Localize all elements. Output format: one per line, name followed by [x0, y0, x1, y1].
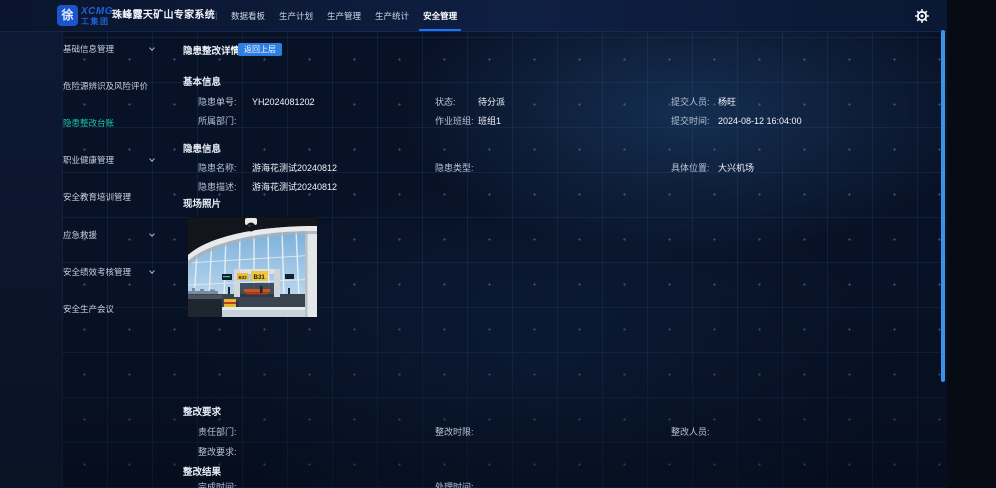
nav-item-4[interactable]: 安全管理	[416, 0, 464, 32]
primary-nav: 数据看板 生产计划 生产管理 生产统计 安全管理	[224, 0, 464, 32]
chevron-down-icon	[149, 156, 155, 162]
field-value: 游海花测试20240812	[252, 163, 337, 173]
sidebar-item-1[interactable]: 危险源辨识及风险评价	[63, 79, 165, 94]
sidebar-item-0[interactable]: 基础信息管理	[63, 42, 165, 57]
detail-field: 处理时间:	[435, 480, 478, 488]
section-header: 隐患信息	[183, 141, 221, 155]
nav-item-2[interactable]: 生产管理	[320, 0, 368, 32]
chevron-down-icon	[149, 231, 155, 237]
field-label: 处理时间:	[435, 480, 478, 488]
section-header: 整改要求	[183, 404, 221, 418]
detail-field: 所属部门:	[198, 114, 252, 127]
field-value: YH2024081202	[252, 97, 315, 107]
sidebar-item-label: 应急救援	[63, 230, 97, 240]
page-body: 基础信息管理危险源辨识及风险评价隐患整改台账职业健康管理安全教育培训管理应急救援…	[0, 32, 947, 488]
field-value: 2024-08-12 16:04:00	[718, 116, 802, 126]
field-label: 完成时间:	[198, 480, 252, 488]
airport-photo-graphic: B32 B31	[188, 217, 317, 317]
field-label: 提交时间:	[671, 114, 718, 127]
sidebar-item-label: 隐患整改台账	[63, 118, 114, 128]
top-navbar: 徐 XCMG 工集团 珠峰露天矿山专家系统 | 数据看板 生产计划 生产管理 生产统计…	[0, 0, 947, 32]
scrollbar-thumb[interactable]	[941, 30, 945, 382]
field-label: 整改要求:	[198, 445, 252, 458]
sidebar-item-2[interactable]: 隐患整改台账	[63, 116, 165, 131]
sidebar-item-label: 安全绩效考核管理	[63, 267, 131, 277]
desktop-background	[947, 0, 996, 488]
sidebar-item-5[interactable]: 应急救援	[63, 228, 165, 243]
field-label: 整改时限:	[435, 425, 478, 438]
back-button[interactable]: 返回上层	[238, 43, 282, 56]
detail-field: 整改人员:	[671, 425, 718, 438]
nav-item-label: 生产统计	[375, 11, 409, 21]
field-value: 待分派	[478, 97, 505, 107]
field-label: 提交人员:	[671, 95, 718, 108]
brand-en: XCMG	[81, 6, 113, 17]
detail-field: 作业班组:班组1	[435, 114, 501, 127]
field-label: 状态:	[435, 95, 478, 108]
field-label: 责任部门:	[198, 425, 252, 438]
sidebar-item-7[interactable]: 安全生产会议	[63, 302, 165, 317]
detail-field: 完成时间:	[198, 480, 252, 488]
section-header: 整改结果	[183, 464, 221, 478]
nav-item-label: 生产管理	[327, 11, 361, 21]
nav-item-label: 生产计划	[279, 11, 313, 21]
xcmg-logo-text: XCMG 工集团	[81, 6, 113, 26]
field-label: 整改人员:	[671, 425, 718, 438]
detail-field: 具体位置:大兴机场	[671, 161, 754, 174]
field-label: 具体位置:	[671, 161, 718, 174]
sidebar-item-label: 安全生产会议	[63, 304, 114, 314]
gate-sign-small: B32	[239, 275, 248, 280]
sidebar-item-4[interactable]: 安全教育培训管理	[63, 190, 165, 205]
field-value: 大兴机场	[718, 163, 754, 173]
dome-camera	[247, 223, 256, 232]
title-separator: |	[215, 0, 217, 32]
chevron-down-icon	[149, 268, 155, 274]
xcmg-logo: 徐 XCMG 工集团	[57, 5, 113, 26]
chevron-down-icon	[149, 45, 155, 51]
nav-item-label: 安全管理	[423, 11, 457, 21]
site-photo-thumbnail[interactable]: B32 B31	[188, 217, 317, 317]
detail-field: 隐患单号:YH2024081202	[198, 95, 315, 108]
field-label: 隐患类型:	[435, 161, 478, 174]
nav-item-3[interactable]: 生产统计	[368, 0, 416, 32]
field-label: 隐患描述:	[198, 180, 252, 193]
sidebar-rail	[0, 32, 62, 488]
sidebar-item-6[interactable]: 安全绩效考核管理	[63, 265, 165, 280]
sidebar-item-3[interactable]: 职业健康管理	[63, 153, 165, 168]
detail-field: 整改时限:	[435, 425, 478, 438]
sidebar-item-label: 职业健康管理	[63, 155, 114, 165]
xcmg-logo-icon: 徐	[57, 5, 78, 26]
field-value: 杨旺	[718, 97, 736, 107]
field-value: 班组1	[478, 116, 501, 126]
page-title: 隐患整改详情	[183, 43, 240, 57]
field-label: 所属部门:	[198, 114, 252, 127]
nav-item-1[interactable]: 生产计划	[272, 0, 320, 32]
detail-field: 状态:待分派	[435, 95, 505, 108]
field-value: 游海花测试20240812	[252, 182, 337, 192]
detail-field: 隐患名称:游海花测试20240812	[198, 161, 337, 174]
nav-item-label: 数据看板	[231, 11, 265, 21]
nav-item-0[interactable]: 数据看板	[224, 0, 272, 32]
field-label: 隐患单号:	[198, 95, 252, 108]
sidebar-item-label: 安全教育培训管理	[63, 192, 131, 202]
brand-cn: 工集团	[81, 17, 113, 26]
section-header: 现场照片	[183, 196, 221, 210]
field-label: 作业班组:	[435, 114, 478, 127]
app-window: 徐 XCMG 工集团 珠峰露天矿山专家系统 | 数据看板 生产计划 生产管理 生产统计…	[0, 0, 947, 488]
detail-field: 提交时间:2024-08-12 16:04:00	[671, 114, 802, 127]
gate-sign-large: B31	[254, 274, 266, 281]
section-header: 基本信息	[183, 74, 221, 88]
detail-field: 提交人员:杨旺	[671, 95, 736, 108]
detail-field: 隐患类型:	[435, 161, 478, 174]
field-label: 隐患名称:	[198, 161, 252, 174]
sidebar-item-label: 基础信息管理	[63, 44, 114, 54]
detail-field: 整改要求:	[198, 445, 252, 458]
sidebar-item-label: 危险源辨识及风险评价	[63, 81, 148, 91]
detail-field: 隐患描述:游海花测试20240812	[198, 180, 337, 193]
settings-gear-icon[interactable]	[915, 9, 929, 23]
detail-field: 责任部门:	[198, 425, 252, 438]
app-title: 珠峰露天矿山专家系统	[112, 0, 215, 32]
